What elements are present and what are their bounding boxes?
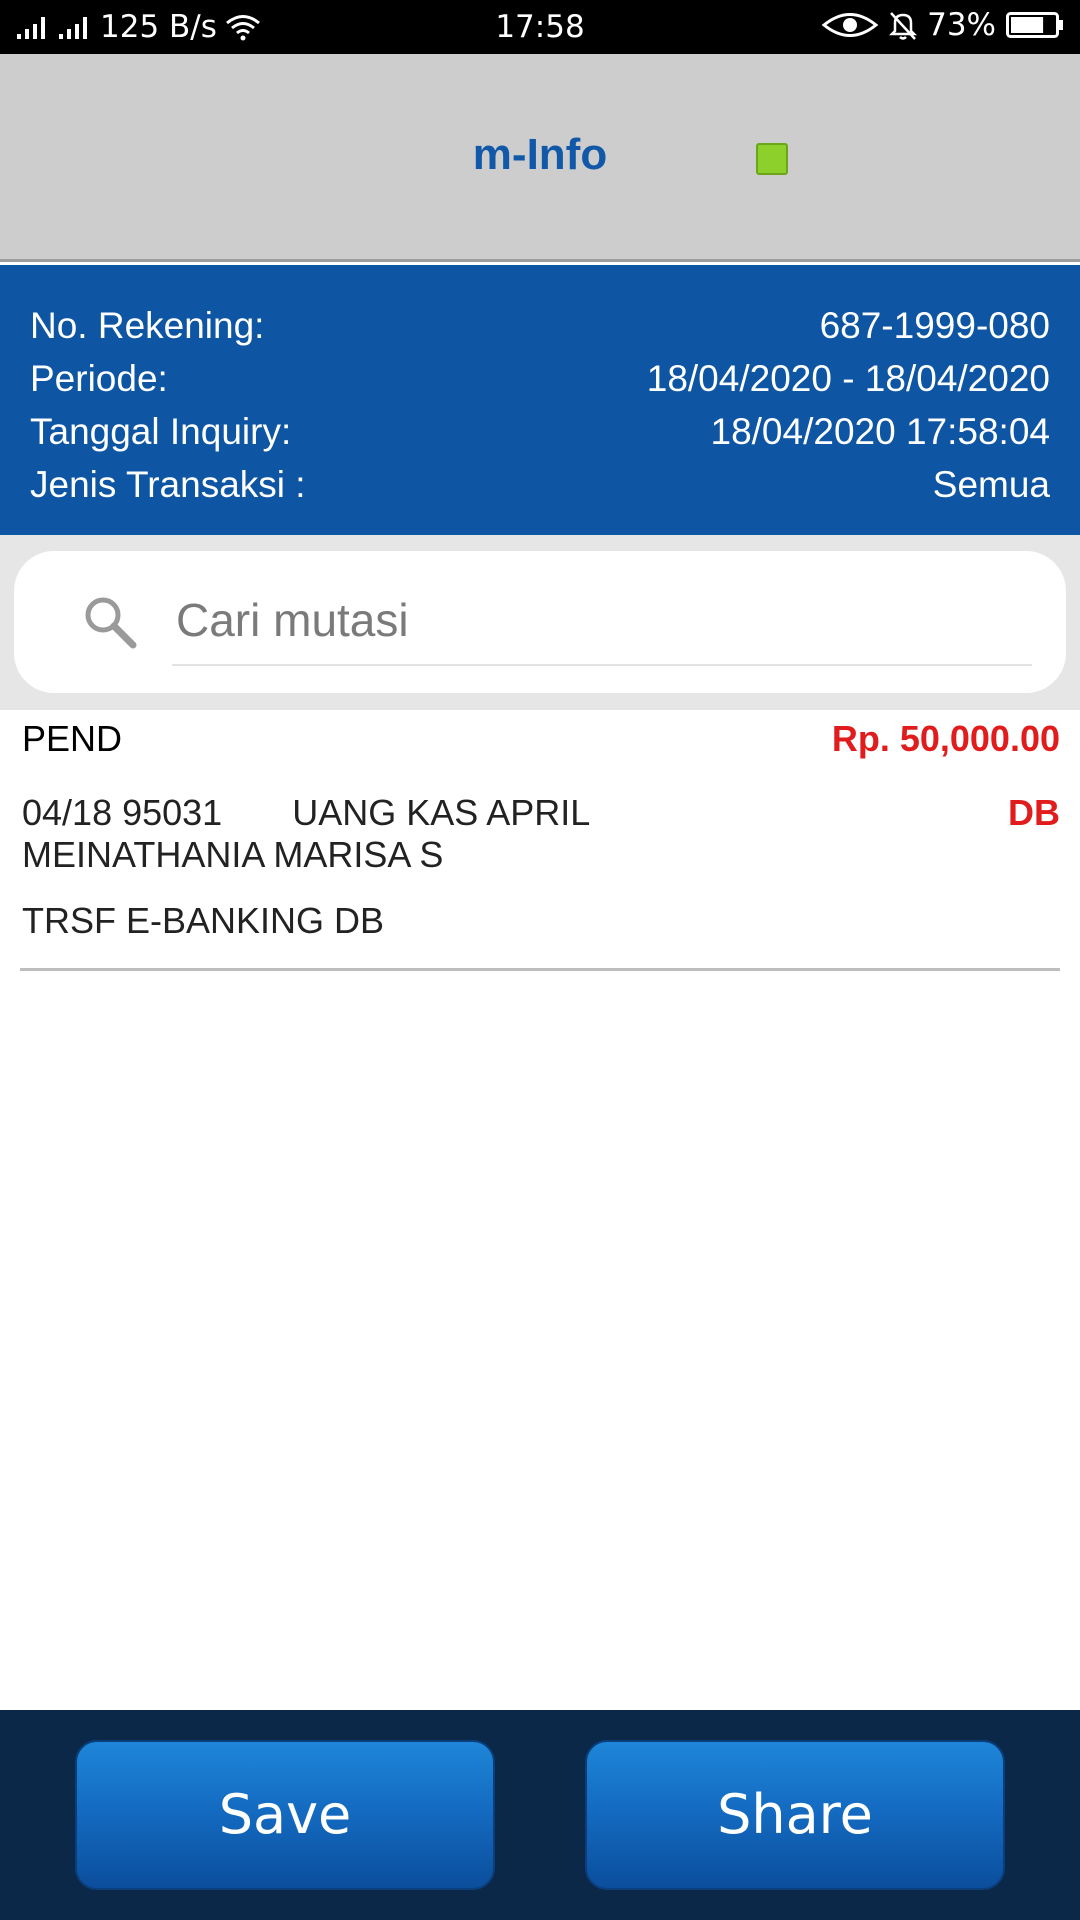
transaction-description: TRSF E-BANKING DB	[22, 900, 385, 941]
battery-percent: 73%	[927, 7, 996, 43]
info-label: Tanggal Inquiry:	[30, 411, 292, 452]
share-button[interactable]: Share	[585, 1740, 1005, 1890]
transaction-item[interactable]: PEND Rp. 50,000.00 04/18 95031 UANG KAS …	[20, 710, 1060, 971]
info-value: 18/04/2020 - 18/04/2020	[646, 358, 1050, 399]
info-row-transaction-type: Jenis Transaksi : Semua	[30, 458, 1050, 511]
search-area	[0, 535, 1080, 710]
account-info-panel: No. Rekening: 687-1999-080 Periode: 18/0…	[0, 265, 1080, 535]
info-row-account-number: No. Rekening: 687-1999-080	[30, 299, 1050, 352]
search-input[interactable]	[172, 576, 1032, 666]
info-row-inquiry-date: Tanggal Inquiry: 18/04/2020 17:58:04	[30, 405, 1050, 458]
info-label: No. Rekening:	[30, 305, 265, 346]
transaction-memo: UANG KAS APRIL	[292, 792, 591, 833]
transaction-list: PEND Rp. 50,000.00 04/18 95031 UANG KAS …	[0, 710, 1080, 971]
status-bar: 125 B/s 17:58 73%	[0, 0, 1080, 54]
info-label: Jenis Transaksi :	[30, 464, 306, 505]
app-header: m-Info	[0, 54, 1080, 262]
search-icon	[82, 594, 138, 655]
info-label: Periode:	[30, 358, 168, 399]
info-value: Semua	[932, 464, 1050, 505]
save-button[interactable]: Save	[75, 1740, 495, 1890]
transaction-type: DB	[1008, 792, 1060, 833]
info-value: 687-1999-080	[819, 305, 1050, 346]
page-title: m-Info	[472, 130, 608, 179]
info-value: 18/04/2020 17:58:04	[710, 411, 1051, 452]
transaction-name: MEINATHANIA MARISA S	[22, 834, 444, 875]
status-indicator	[756, 143, 788, 175]
transaction-reference-line: 04/18 95031 UANG KAS APRIL	[22, 792, 590, 834]
transaction-amount: Rp. 50,000.00	[831, 718, 1060, 759]
transaction-reference: 04/18 95031	[22, 792, 223, 833]
muted-bell-icon	[887, 9, 919, 41]
transaction-date: PEND	[22, 718, 123, 759]
search-box[interactable]	[14, 551, 1066, 693]
info-row-period: Periode: 18/04/2020 - 18/04/2020	[30, 352, 1050, 405]
battery-icon	[1006, 11, 1064, 39]
eye-icon	[821, 10, 879, 40]
bottom-action-bar: Save Share	[0, 1710, 1080, 1920]
